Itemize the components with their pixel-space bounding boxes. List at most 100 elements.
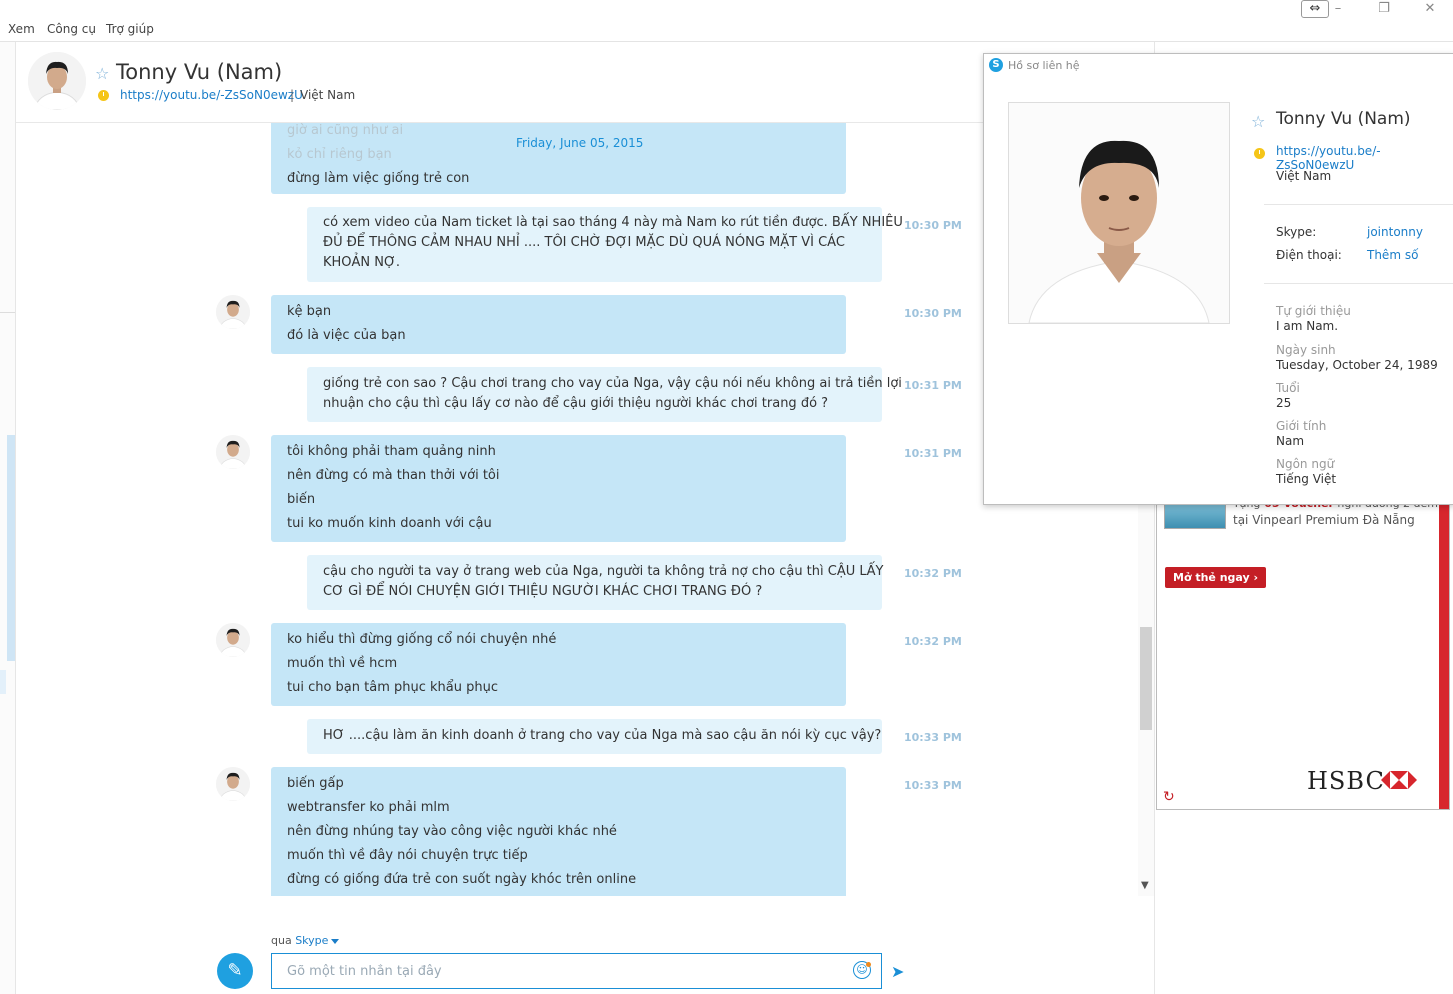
message-bubble: HƠ ....cậu làm ăn kinh doanh ở trang cho… — [307, 719, 882, 754]
message-line: KHOẢN NỢ. — [323, 255, 401, 270]
message-timestamp: 10:31 PM — [904, 379, 962, 392]
contact-profile-card: S Hồ sơ liên hệ ☆ Tonny Vu (Nam) https:/… — [983, 53, 1453, 505]
contact-avatar[interactable] — [28, 52, 86, 110]
message-timestamp: 10:31 PM — [904, 447, 962, 460]
date-separator: Friday, June 05, 2015 — [516, 136, 644, 150]
skype-label: Skype: — [1276, 225, 1317, 239]
language-label: Ngôn ngữ — [1276, 457, 1335, 471]
sender-avatar[interactable] — [216, 295, 250, 329]
message-bubble: ko hiểu thì đừng giống cổ nói chuyện nhé… — [271, 623, 846, 706]
age-value: 25 — [1276, 396, 1292, 410]
profile-title: Hồ sơ liên hệ — [1008, 59, 1080, 72]
message-timestamp: 10:33 PM — [904, 731, 962, 744]
attach-button[interactable]: ✎ — [217, 953, 253, 989]
mood-clock-icon — [1254, 148, 1265, 159]
message-bubble: giờ ai cũng như ai kỏ chỉ riêng bạn đừng… — [271, 123, 846, 194]
message-line: muốn thì về hcm — [287, 656, 398, 671]
message-line: HƠ ....cậu làm ăn kinh doanh ở trang cho… — [323, 728, 882, 743]
message-bubble: biến gấp webtransfer ko phải mlm nên đừn… — [271, 767, 846, 896]
profile-name: Tonny Vu (Nam) — [1276, 109, 1411, 129]
skype-id[interactable]: jointonny — [1367, 225, 1423, 239]
about-label: Tự giới thiệu — [1276, 304, 1351, 318]
birthday-label: Ngày sinh — [1276, 343, 1336, 357]
chevron-down-icon[interactable] — [331, 938, 340, 944]
scroll-down-icon[interactable]: ▼ — [1141, 880, 1149, 891]
sender-avatar[interactable] — [216, 767, 250, 801]
message-line: cậu cho người ta vay ở trang web của Nga… — [323, 564, 884, 579]
message-bubble: kệ bạn đó là việc của bạn — [271, 295, 846, 354]
message-line: tui ko muốn kinh doanh với cậu — [287, 516, 492, 531]
sender-avatar[interactable] — [216, 623, 250, 657]
message-bubble: có xem video của Nam ticket là tại sao t… — [307, 207, 903, 282]
divider — [1264, 204, 1453, 205]
message-timestamp: 10:33 PM — [904, 779, 962, 792]
menu-tools[interactable]: Công cụ — [47, 22, 96, 36]
message-line: ĐỦ ĐỂ THÔNG CẢM NHAU NHỈ .... TÔI CHỜ ĐỢ… — [323, 235, 845, 250]
gender-label: Giới tính — [1276, 419, 1327, 433]
message-line: muốn thì về đây nói chuyện trực tiếp — [287, 848, 528, 863]
message-line: có xem video của Nam ticket là tại sao t… — [323, 215, 903, 230]
refresh-icon[interactable]: ↻ — [1163, 789, 1175, 805]
hsbc-hexagon-icon — [1381, 771, 1417, 789]
selection-highlight — [0, 670, 6, 694]
message-line: nhuận cho cậu thì cậu lấy cơ nào để cậu … — [323, 396, 829, 411]
message-input[interactable] — [271, 953, 882, 989]
menu-help[interactable]: Trợ giúp — [106, 22, 154, 36]
restore-icon[interactable]: ❐ — [1369, 0, 1399, 18]
mood-link[interactable]: https://youtu.be/-ZsSoN0ewzU — [120, 88, 303, 102]
advertisement[interactable]: Tặng 05 Voucher nghỉ dưỡng 2 đêm tại Vin… — [1156, 490, 1450, 810]
skype-icon: S — [989, 58, 1003, 72]
age-label: Tuổi — [1276, 381, 1300, 395]
paperclip-icon: ✎ — [227, 960, 243, 981]
scroll-thumb[interactable] — [1140, 627, 1152, 730]
favorite-star-icon[interactable]: ☆ — [95, 64, 109, 83]
window-controls: ⇔ – ❐ ✕ — [1293, 0, 1453, 20]
phone-label: Điện thoại: — [1276, 248, 1342, 262]
message-line: nên đừng có mà than thởi với tôi — [287, 468, 500, 483]
selection-highlight — [7, 435, 15, 661]
ad-subline: tại Vinpearl Premium Đà Nẵng — [1233, 513, 1415, 527]
profile-mood-link[interactable]: https://youtu.be/-ZsSoN0ewzU — [1276, 144, 1453, 172]
message-line: kệ bạn — [287, 304, 332, 319]
menu-bar: Xem Công cụ Trợ giúp — [0, 22, 1453, 42]
message-timestamp: 10:32 PM — [904, 567, 962, 580]
contact-country: Việt Nam — [300, 88, 356, 102]
message-timestamp: 10:30 PM — [904, 307, 962, 320]
favorite-star-icon[interactable]: ☆ — [1251, 112, 1265, 131]
message-timestamp: 10:32 PM — [904, 635, 962, 648]
message-bubble: tôi không phải tham quảng ninh nên đừng … — [271, 435, 846, 542]
add-phone-link[interactable]: Thêm số — [1367, 248, 1418, 262]
send-icon[interactable]: ➤ — [891, 962, 904, 981]
message-bubble: cậu cho người ta vay ở trang web của Nga… — [307, 555, 884, 610]
contact-name: Tonny Vu (Nam) — [116, 60, 283, 84]
notification-dot — [866, 962, 871, 967]
message-timestamp: 10:30 PM — [904, 219, 962, 232]
sender-avatar[interactable] — [216, 435, 250, 469]
ad-cta-button[interactable]: Mở thẻ ngay › — [1165, 567, 1267, 588]
message-line: giống trẻ con sao ? Cậu chơi trang cho v… — [323, 376, 902, 391]
message-line: CƠ GÌ ĐỂ NÓI CHUYỆN GIỚI THIỆU NGƯỜI KHÁ… — [323, 584, 763, 599]
menu-view[interactable]: Xem — [8, 22, 35, 36]
conversation-history[interactable]: giờ ai cũng như ai kỏ chỉ riêng bạn đừng… — [16, 123, 1138, 896]
message-line: đó là việc của bạn — [287, 328, 406, 343]
language-value: Tiếng Việt — [1276, 472, 1337, 486]
message-line: biến — [287, 492, 316, 507]
message-line: webtransfer ko phải mlm — [287, 800, 450, 815]
message-line: đừng có giống đứa trẻ con suốt ngày khóc… — [287, 872, 637, 887]
send-via-selector[interactable]: qua Skype — [271, 934, 340, 947]
message-line: tui cho bạn tâm phục khẩu phục — [287, 680, 498, 695]
ad-brand-logo: HSBC — [1307, 767, 1385, 795]
ad-red-bar — [1439, 491, 1449, 809]
message-line: đừng làm việc giống trẻ con — [287, 171, 470, 186]
minimize-icon[interactable]: – — [1323, 0, 1353, 18]
message-line: nên đừng nhúng tay vào công việc người k… — [287, 824, 617, 839]
ad-cta-label: Mở thẻ ngay — [1173, 571, 1250, 584]
message-bubble: giống trẻ con sao ? Cậu chơi trang cho v… — [307, 367, 902, 422]
via-label: qua — [271, 934, 292, 947]
divider — [0, 312, 15, 313]
gender-value: Nam — [1276, 434, 1305, 448]
chevron-right-icon: › — [1253, 571, 1259, 584]
via-service[interactable]: Skype — [295, 934, 328, 947]
message-line: tôi không phải tham quảng ninh — [287, 444, 496, 459]
close-icon[interactable]: ✕ — [1415, 0, 1445, 18]
